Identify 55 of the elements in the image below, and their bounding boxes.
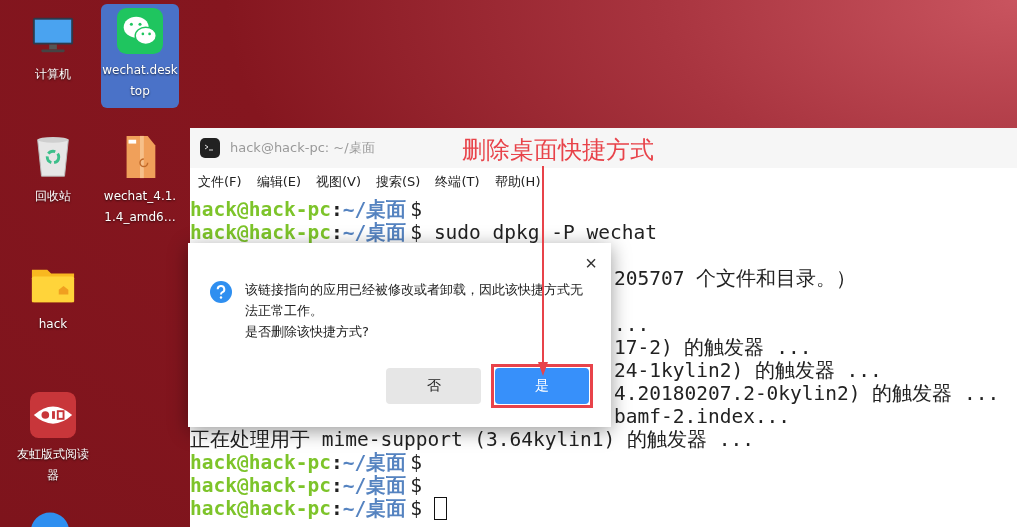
cancel-button[interactable]: 否 [386, 368, 481, 404]
terminal-icon [200, 138, 220, 158]
prompt-user: hack@hack-pc [190, 451, 331, 474]
close-button[interactable]: × [581, 251, 601, 275]
desktop-icon[interactable]: wechat_4.1.1.4_amd6… [101, 130, 179, 234]
command-text: sudo dpkg -P wechat [433, 221, 657, 244]
eye-icon [30, 392, 76, 438]
output-text: bamf-2.index... [614, 405, 791, 428]
prompt-separator: : [330, 451, 343, 474]
question-icon [210, 281, 232, 303]
menu-item[interactable]: 视图(V) [316, 173, 362, 191]
prompt-sign: $ [410, 451, 422, 474]
prompt-path: ~/桌面 [342, 198, 407, 221]
prompt-user: hack@hack-pc [190, 474, 331, 497]
prompt-separator: : [330, 198, 343, 221]
prompt-sign: $ [410, 497, 422, 520]
chat-bubbles-icon [117, 8, 163, 54]
desktop-icon[interactable]: 计算机 [14, 8, 92, 91]
prompt-user: hack@hack-pc [190, 198, 331, 221]
output-text: ... [614, 313, 650, 336]
desktop-icon[interactable]: hack [14, 258, 92, 341]
prompt-user: hack@hack-pc [190, 497, 331, 520]
output-text: 17-2) 的触发器 ... [614, 336, 812, 359]
annotation-text: 删除桌面快捷方式 [462, 135, 654, 166]
menu-item[interactable]: 帮助(H) [494, 173, 541, 191]
prompt-separator: : [330, 497, 343, 520]
output-text: 24-1kylin2) 的触发器 ... [614, 359, 882, 382]
prompt-separator: : [330, 221, 343, 244]
menu-item[interactable]: 文件(F) [198, 173, 242, 191]
dialog-message: 是否删除该快捷方式? [245, 323, 370, 341]
menu-item[interactable]: 编辑(E) [256, 173, 301, 191]
prompt-path: ~/桌面 [342, 497, 407, 520]
icon-label: 计算机 [34, 66, 72, 83]
prompt-user: hack@hack-pc [190, 221, 331, 244]
icon-label: 友虹版式阅读器 [16, 446, 90, 484]
icon-label: hack [37, 316, 69, 333]
window-title: hack@hack-pc: ~/桌面 [230, 139, 375, 157]
desktop-icon[interactable]: 友虹版式阅读器 [14, 388, 92, 492]
prompt-sign: $ [410, 474, 422, 497]
menu-item[interactable]: 终端(T) [435, 173, 480, 191]
prompt-separator: : [330, 474, 343, 497]
prompt-path: ~/桌面 [342, 221, 407, 244]
desktop-icon[interactable]: wechat.desktop [101, 4, 179, 108]
prompt-path: ~/桌面 [342, 474, 407, 497]
icon-label: wechat_4.1.1.4_amd6… [102, 188, 178, 226]
icon-label: 回收站 [34, 188, 72, 205]
output-text: 4.20180207.2-0kylin2) 的触发器 ... [614, 382, 1000, 405]
desktop-icon[interactable]: 回收站 [14, 130, 92, 213]
output-text: 205707 个文件和目录。） [614, 267, 857, 290]
prompt-path: ~/桌面 [342, 451, 407, 474]
prompt-sign: $ [410, 198, 422, 221]
menu-item[interactable]: 搜索(S) [376, 173, 421, 191]
icon-label: wechat.desktop [102, 62, 178, 100]
output-text: 正在处理用于 mime-support (3.64kylin1) 的触发器 ... [190, 428, 754, 451]
prompt-sign: $ [410, 221, 422, 244]
